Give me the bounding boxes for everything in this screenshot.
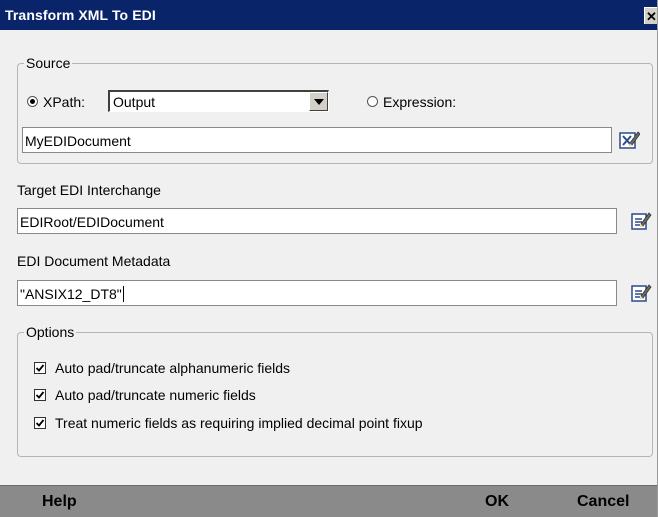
help-button[interactable]: Help xyxy=(42,493,77,511)
xpath-label: XPath: xyxy=(43,94,86,110)
option-label-numeric: Auto pad/truncate numeric fields xyxy=(55,387,256,403)
close-button[interactable]: ✕ xyxy=(644,7,657,24)
transform-xml-to-edi-dialog: Transform XML To EDI ✕ Source XPath: Out… xyxy=(0,0,658,517)
xpath-radio[interactable] xyxy=(27,96,38,107)
option-checkbox-alphanumeric[interactable] xyxy=(34,362,46,374)
option-checkbox-implied-decimal[interactable] xyxy=(34,417,46,429)
options-legend: Options xyxy=(24,324,77,340)
option-label-implied-decimal: Treat numeric fields as requiring implie… xyxy=(55,415,423,431)
xpath-dropdown[interactable]: Output xyxy=(108,90,329,112)
metadata-value: "ANSIX12_DT8" xyxy=(20,286,122,302)
target-value-field[interactable]: EDIRoot/EDIDocument xyxy=(17,208,617,234)
option-label-alphanumeric: Auto pad/truncate alphanumeric fields xyxy=(55,360,291,376)
chevron-down-icon[interactable] xyxy=(309,92,328,111)
button-bar: Help OK Cancel xyxy=(0,485,657,517)
target-value-text: EDIRoot/EDIDocument xyxy=(20,214,164,230)
metadata-label: EDI Document Metadata xyxy=(17,253,171,269)
source-legend: Source xyxy=(24,55,73,71)
cancel-button[interactable]: Cancel xyxy=(577,493,629,511)
window-title: Transform XML To EDI xyxy=(5,7,156,23)
xpath-dropdown-value: Output xyxy=(113,94,156,110)
title-bar[interactable]: Transform XML To EDI ✕ xyxy=(0,0,657,30)
target-label: Target EDI Interchange xyxy=(17,182,161,198)
edit-pencil-icon[interactable] xyxy=(630,210,652,232)
option-checkbox-numeric[interactable] xyxy=(34,389,46,401)
close-icon: ✕ xyxy=(646,9,657,24)
text-caret xyxy=(122,286,124,302)
expression-label: Expression: xyxy=(383,94,457,110)
metadata-value-field[interactable]: "ANSIX12_DT8" xyxy=(17,280,617,306)
ok-button[interactable]: OK xyxy=(485,493,509,511)
source-value-text: MyEDIDocument xyxy=(25,133,131,149)
xpath-edit-icon[interactable] xyxy=(618,129,641,151)
metadata-value-text: "ANSIX12_DT8" xyxy=(20,286,124,302)
source-value-field[interactable]: MyEDIDocument xyxy=(22,127,612,153)
expression-radio[interactable] xyxy=(367,96,378,107)
edit-pencil-icon[interactable] xyxy=(630,282,652,304)
